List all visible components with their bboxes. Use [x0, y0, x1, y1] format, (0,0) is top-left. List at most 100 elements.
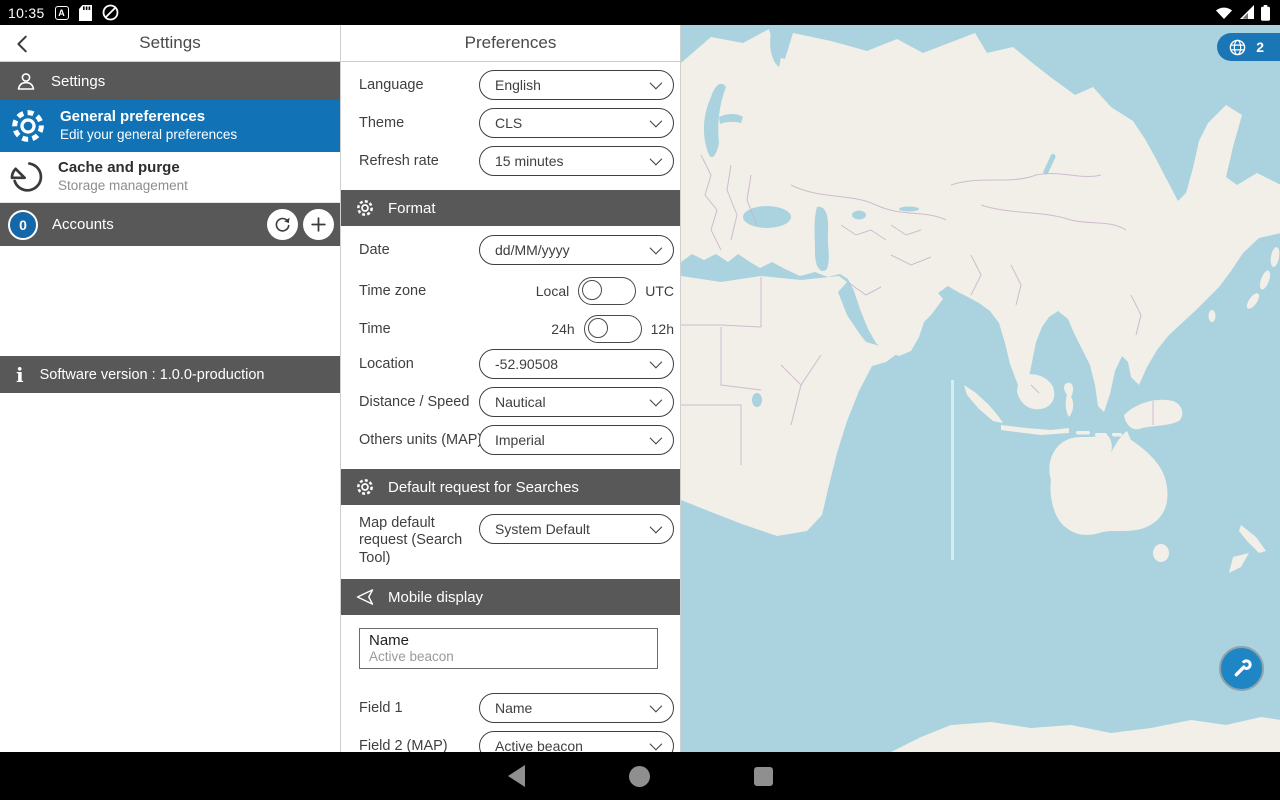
language-label: Language — [359, 77, 424, 93]
software-version-text: Software version : 1.0.0-production — [40, 367, 265, 383]
field2-label: Field 2 (MAP) — [359, 738, 448, 752]
gear-icon — [355, 477, 375, 497]
battery-icon — [1261, 5, 1270, 21]
others-units-label: Others units (MAP) — [359, 432, 482, 448]
field2-select[interactable]: Active beacon — [479, 731, 674, 752]
map-default-request-select[interactable]: System Default — [479, 514, 674, 544]
back-chevron-icon — [12, 33, 34, 55]
send-icon — [355, 587, 375, 607]
world-map — [681, 25, 1280, 752]
theme-select[interactable]: CLS — [479, 108, 674, 138]
nav-back-button[interactable] — [508, 765, 525, 787]
settings-panel: Settings Settings General preferences Ed… — [0, 25, 340, 752]
section-mobile-display-label: Mobile display — [388, 589, 483, 606]
timezone-toggle[interactable] — [578, 277, 636, 305]
time-left-option: 24h — [551, 321, 574, 337]
chevron-down-icon — [650, 242, 663, 255]
theme-label: Theme — [359, 115, 404, 131]
chevron-down-icon — [650, 700, 663, 713]
accounts-label: Accounts — [52, 216, 114, 233]
location-label: Location — [359, 356, 414, 372]
refresh-rate-label: Refresh rate — [359, 153, 439, 169]
refresh-rate-select[interactable]: 15 minutes — [479, 146, 674, 176]
chevron-down-icon — [650, 115, 663, 128]
refresh-accounts-button[interactable] — [267, 209, 298, 240]
chevron-down-icon — [650, 432, 663, 445]
item-subtitle: Storage management — [58, 178, 188, 195]
field1-select[interactable]: Name — [479, 693, 674, 723]
preferences-title: Preferences — [465, 33, 557, 53]
gear-icon — [355, 198, 375, 218]
time-toggle-group: 24h 12h — [431, 314, 674, 344]
software-version-bar: i Software version : 1.0.0-production — [0, 356, 340, 393]
timezone-right-option: UTC — [645, 283, 674, 299]
time-label: Time — [359, 321, 391, 337]
clock: 10:35 — [8, 5, 45, 21]
section-default-request: Default request for Searches — [341, 469, 680, 505]
location-format-select[interactable]: -52.90508 — [479, 349, 674, 379]
distance-speed-label: Distance / Speed — [359, 394, 469, 410]
language-select[interactable]: English — [479, 70, 674, 100]
plus-icon — [309, 215, 328, 234]
timezone-toggle-group: Local UTC — [431, 276, 674, 306]
field1-label: Field 1 — [359, 700, 403, 716]
preview-field2: Active beacon — [369, 649, 648, 664]
map-layers-badge[interactable]: 2 — [1217, 33, 1280, 61]
sd-card-icon — [79, 5, 92, 21]
back-button[interactable] — [10, 31, 36, 57]
timezone-left-option: Local — [536, 283, 569, 299]
sidebar-item-general-preferences[interactable]: General preferences Edit your general pr… — [0, 100, 340, 152]
map-default-request-label: Map default request (Search Tool) — [359, 515, 477, 567]
gear-icon — [8, 106, 48, 146]
status-bar: 10:35 A — [0, 0, 1280, 25]
chevron-down-icon — [650, 77, 663, 90]
display-fields-preview[interactable]: Name Active beacon — [359, 628, 658, 669]
pie-chart-icon — [8, 158, 46, 196]
globe-icon — [1228, 38, 1247, 57]
section-mobile-display: Mobile display — [341, 579, 680, 615]
section-format: Format — [341, 190, 680, 226]
auto-rotate-icon: A — [55, 6, 69, 20]
section-accounts: 0 Accounts — [0, 203, 340, 246]
map-view[interactable]: 2 — [680, 25, 1280, 752]
toggle-knob — [582, 280, 602, 300]
preview-field1: Name — [369, 632, 648, 649]
distance-speed-select[interactable]: Nautical — [479, 387, 674, 417]
chevron-down-icon — [650, 153, 663, 166]
refresh-icon — [273, 215, 292, 234]
android-nav-bar — [0, 752, 1280, 800]
chevron-down-icon — [650, 521, 663, 534]
app-root: 10:35 A — [0, 0, 1280, 800]
settings-panel-header: Settings — [0, 25, 340, 62]
page-title: Settings — [139, 33, 200, 53]
item-subtitle: Edit your general preferences — [60, 127, 237, 144]
badge-count: 2 — [1256, 39, 1264, 55]
toggle-knob — [588, 318, 608, 338]
chevron-down-icon — [650, 738, 663, 751]
chevron-down-icon — [650, 356, 663, 369]
section-settings-label: Settings — [51, 73, 105, 90]
nav-recents-button[interactable] — [754, 767, 773, 786]
user-icon — [14, 69, 38, 93]
preferences-panel: Preferences Language English Theme CLS R… — [340, 25, 680, 752]
date-format-select[interactable]: dd/MM/yyyy — [479, 235, 674, 265]
add-account-button[interactable] — [303, 209, 334, 240]
sidebar-item-cache-and-purge[interactable]: Cache and purge Storage management — [0, 152, 340, 203]
date-label: Date — [359, 242, 390, 258]
others-units-select[interactable]: Imperial — [479, 425, 674, 455]
map-tools-button[interactable] — [1219, 646, 1264, 691]
preferences-panel-header: Preferences — [341, 25, 680, 62]
chevron-down-icon — [650, 394, 663, 407]
timezone-label: Time zone — [359, 283, 426, 299]
section-settings: Settings — [0, 62, 340, 100]
signal-icon — [1239, 5, 1255, 20]
nav-home-button[interactable] — [629, 766, 650, 787]
wrench-icon — [1230, 657, 1254, 681]
time-right-option: 12h — [651, 321, 674, 337]
wifi-icon — [1215, 5, 1233, 20]
time-format-toggle[interactable] — [584, 315, 642, 343]
accounts-count-badge: 0 — [8, 210, 38, 240]
item-title: Cache and purge — [58, 159, 188, 178]
item-title: General preferences — [60, 108, 237, 127]
info-icon: i — [16, 365, 24, 385]
